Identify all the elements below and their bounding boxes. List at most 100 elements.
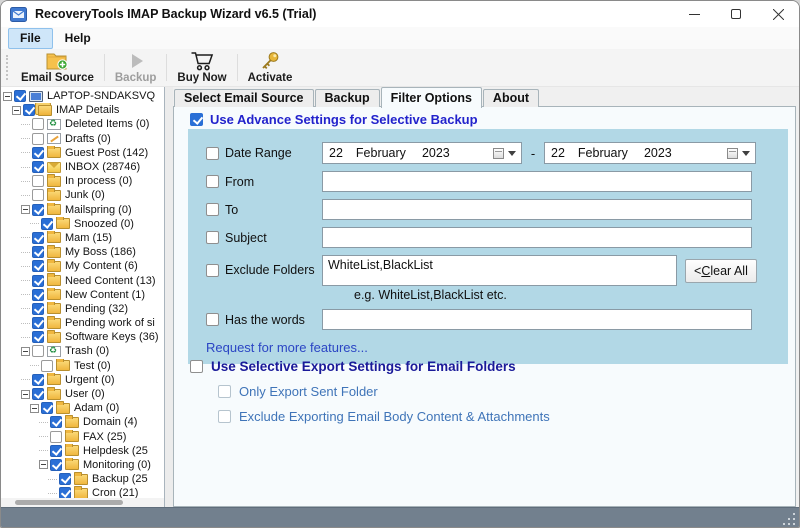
tree-item-drafts-0[interactable]: Drafts (0) (1, 132, 164, 146)
export-settings-checkbox[interactable] (190, 360, 203, 373)
tree-item-mam-15[interactable]: Mam (15) (1, 231, 164, 245)
has-words-input[interactable] (322, 309, 752, 330)
tree-checkbox[interactable] (41, 360, 53, 372)
tree-checkbox[interactable] (32, 246, 44, 258)
tree-item-fax-25[interactable]: FAX (25) (1, 430, 164, 444)
tab-select-email-source[interactable]: Select Email Source (174, 89, 314, 107)
maximize-button[interactable] (715, 1, 757, 27)
tree-checkbox[interactable] (32, 204, 44, 216)
tree-item-monitoring-0[interactable]: Monitoring (0) (1, 458, 164, 472)
tree-item-my-content-6[interactable]: My Content (6) (1, 259, 164, 273)
tree-checkbox[interactable] (50, 416, 62, 428)
tree-item-urgent-0[interactable]: Urgent (0) (1, 373, 164, 387)
tree-checkbox[interactable] (32, 232, 44, 244)
tree-item-in-process-0[interactable]: In process (0) (1, 174, 164, 188)
from-input[interactable] (322, 171, 752, 192)
tab-about[interactable]: About (483, 89, 539, 107)
tree-horizontal-scrollbar[interactable] (1, 498, 164, 507)
tree-item-adam-0[interactable]: Adam (0) (1, 401, 164, 415)
tab-backup[interactable]: Backup (315, 89, 380, 107)
tree-item-imap-details[interactable]: IMAP Details (1, 103, 164, 117)
tree-item-pending-work-of-si[interactable]: Pending work of si (1, 316, 164, 330)
tree-checkbox[interactable] (32, 345, 44, 357)
tree-item-laptop-sndaksvq[interactable]: LAPTOP-SNDAKSVQ (1, 89, 164, 103)
resize-grip[interactable] (793, 523, 795, 525)
menu-item-help[interactable]: Help (53, 28, 103, 49)
tree-item-pending-32[interactable]: Pending (32) (1, 302, 164, 316)
subject-checkbox[interactable] (206, 231, 219, 244)
tree-checkbox[interactable] (32, 317, 44, 329)
tree-checkbox[interactable] (32, 175, 44, 187)
collapse-expander-icon[interactable] (30, 404, 39, 413)
from-checkbox[interactable] (206, 175, 219, 188)
to-checkbox[interactable] (206, 203, 219, 216)
to-input[interactable] (322, 199, 752, 220)
tree-item-software-keys-36[interactable]: Software Keys (36) (1, 330, 164, 344)
tree-checkbox[interactable] (32, 260, 44, 272)
tree-checkbox[interactable] (50, 459, 62, 471)
close-button[interactable] (757, 1, 799, 27)
tree-item-mailspring-0[interactable]: Mailspring (0) (1, 203, 164, 217)
tree-item-snoozed-0[interactable]: Snoozed (0) (1, 217, 164, 231)
chevron-down-icon[interactable] (508, 151, 516, 156)
subject-input[interactable] (322, 227, 752, 248)
tree-checkbox[interactable] (59, 473, 71, 485)
chevron-down-icon[interactable] (742, 151, 750, 156)
tree-item-helpdesk-25[interactable]: Helpdesk (25 (1, 444, 164, 458)
tree-item-user-0[interactable]: User (0) (1, 387, 164, 401)
tree-item-junk-0[interactable]: Junk (0) (1, 188, 164, 202)
toolbar-button-activate[interactable]: Activate (240, 49, 301, 86)
exclude-folders-input[interactable]: WhiteList,BlackList (322, 255, 677, 286)
tree-checkbox[interactable] (41, 402, 53, 414)
date-range-checkbox[interactable] (206, 147, 219, 160)
tree-item-backup-25[interactable]: Backup (25 (1, 472, 164, 486)
date-to-picker[interactable]: 22 February 2023 (544, 142, 756, 164)
toolbar-button-buy-now[interactable]: Buy Now (169, 49, 234, 86)
collapse-expander-icon[interactable] (21, 390, 30, 399)
collapse-expander-icon[interactable] (39, 460, 48, 469)
collapse-expander-icon[interactable] (21, 347, 30, 356)
tree-checkbox[interactable] (32, 289, 44, 301)
tree-item-trash-0[interactable]: Trash (0) (1, 344, 164, 358)
clear-all-button[interactable]: <Clear All (685, 259, 757, 283)
tree-checkbox[interactable] (32, 133, 44, 145)
tree-checkbox[interactable] (50, 445, 62, 457)
export-option-checkbox[interactable] (218, 410, 231, 423)
collapse-expander-icon[interactable] (21, 205, 30, 214)
tree-checkbox[interactable] (32, 189, 44, 201)
tree-item-domain-4[interactable]: Domain (4) (1, 415, 164, 429)
tree-checkbox[interactable] (50, 431, 62, 443)
tree-checkbox[interactable] (32, 331, 44, 343)
tree-checkbox[interactable] (14, 90, 26, 102)
has-words-checkbox[interactable] (206, 313, 219, 326)
export-option-checkbox[interactable] (218, 385, 231, 398)
tree-scrollbar-thumb[interactable] (15, 500, 123, 505)
tree-item-guest-post-142[interactable]: Guest Post (142) (1, 146, 164, 160)
tree-item-new-content-1[interactable]: New Content (1) (1, 288, 164, 302)
collapse-expander-icon[interactable] (12, 106, 21, 115)
collapse-expander-icon[interactable] (3, 92, 12, 101)
tree-item-deleted-items-0[interactable]: Deleted Items (0) (1, 117, 164, 131)
tab-filter-options[interactable]: Filter Options (381, 87, 482, 108)
tree-item-test-0[interactable]: Test (0) (1, 359, 164, 373)
tree-item-inbox-28746[interactable]: INBOX (28746) (1, 160, 164, 174)
menu-item-file[interactable]: File (8, 28, 53, 49)
tree-checkbox[interactable] (32, 275, 44, 287)
tree-item-need-content-13[interactable]: Need Content (13) (1, 273, 164, 287)
exclude-folders-checkbox[interactable] (206, 264, 219, 277)
advance-settings-checkbox[interactable] (190, 113, 203, 126)
tree-checkbox[interactable] (32, 374, 44, 386)
tree-checkbox[interactable] (32, 303, 44, 315)
tree-checkbox[interactable] (32, 147, 44, 159)
tree-checkbox[interactable] (32, 161, 44, 173)
minimize-button[interactable] (673, 1, 715, 27)
date-from-picker[interactable]: 22 February 2023 (322, 142, 522, 164)
toolbar-button-email-source[interactable]: Email Source (13, 49, 102, 86)
tree-checkbox[interactable] (23, 104, 35, 116)
tree-item-my-boss-186[interactable]: My Boss (186) (1, 245, 164, 259)
request-features-link[interactable]: Request for more features... (206, 340, 368, 355)
tree-checkbox[interactable] (32, 118, 44, 130)
tree-checkbox[interactable] (41, 218, 53, 230)
panel-splitter[interactable] (165, 87, 173, 507)
tree-checkbox[interactable] (32, 388, 44, 400)
